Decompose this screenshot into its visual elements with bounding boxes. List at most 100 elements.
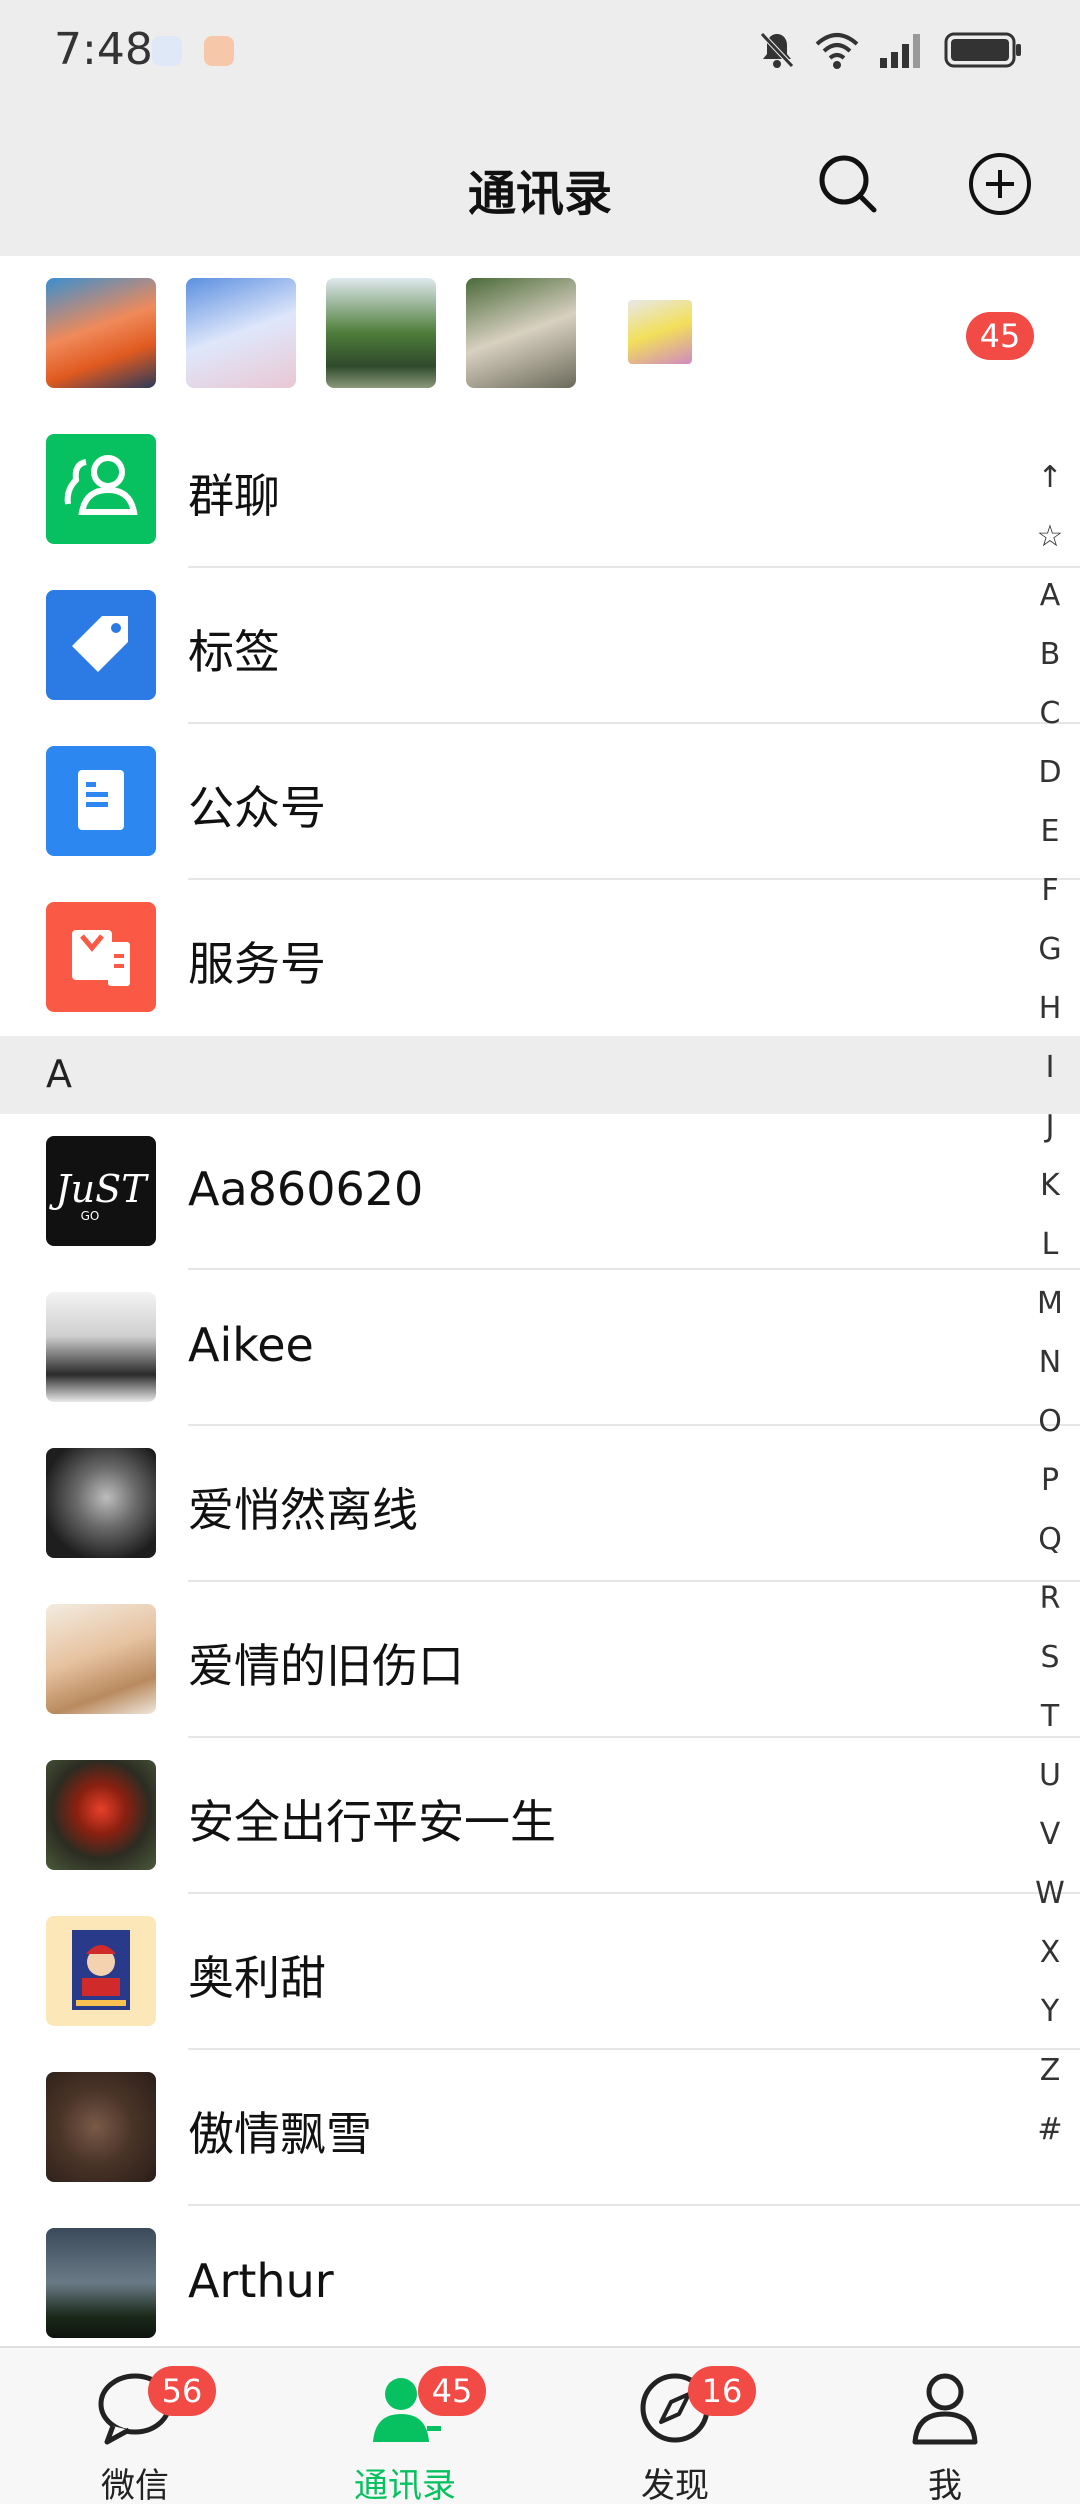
- search-button[interactable]: [816, 152, 880, 216]
- app-notification-icon: [204, 36, 234, 66]
- avatar[interactable]: [628, 300, 692, 364]
- contact-row[interactable]: Aikee: [0, 1270, 1080, 1426]
- tab-chats[interactable]: 56 微信: [0, 2348, 270, 2504]
- entry-label: 群聊: [188, 469, 280, 523]
- tab-me[interactable]: 我: [810, 2348, 1080, 2504]
- index-letter[interactable]: L: [1028, 1215, 1072, 1274]
- tab-badge: 45: [418, 2366, 486, 2416]
- contact-row[interactable]: JuST GO Aa860620: [0, 1114, 1080, 1270]
- index-letter[interactable]: #: [1028, 2100, 1072, 2159]
- index-letter[interactable]: W: [1028, 1864, 1072, 1923]
- bottom-tab-bar: 56 微信 45 通讯录 16 发现 我: [0, 2346, 1080, 2504]
- tab-label: 我: [928, 2466, 962, 2504]
- index-letter[interactable]: B: [1028, 625, 1072, 684]
- index-letter[interactable]: E: [1028, 802, 1072, 861]
- contact-name: 爱悄然离线: [188, 1483, 418, 1537]
- index-letter[interactable]: H: [1028, 979, 1072, 1038]
- index-letter[interactable]: N: [1028, 1333, 1072, 1392]
- tab-label: 发现: [641, 2466, 709, 2504]
- official-account-icon: [46, 746, 156, 856]
- unread-badge: 45: [966, 312, 1034, 360]
- tab-contacts[interactable]: 45 通讯录: [270, 2348, 540, 2504]
- avatar: [46, 1604, 156, 1714]
- service-account-icon: [46, 902, 156, 1012]
- entry-service-accounts[interactable]: 服务号: [0, 880, 1080, 1036]
- avatar: [46, 1916, 156, 2026]
- recent-contacts-strip[interactable]: 45: [0, 256, 1080, 412]
- alphabet-index[interactable]: ↑ ☆ A B C D E F G H I J K L M N O P Q R …: [1028, 448, 1072, 2159]
- avatar: [46, 1448, 156, 1558]
- avatar: [46, 2228, 156, 2338]
- contact-name: 傲情飘雪: [188, 2107, 372, 2161]
- avatar[interactable]: [326, 278, 436, 388]
- index-letter[interactable]: C: [1028, 684, 1072, 743]
- search-icon: [819, 155, 877, 213]
- contact-row[interactable]: 奥利甜: [0, 1894, 1080, 2050]
- index-letter[interactable]: F: [1028, 861, 1072, 920]
- header: 通讯录: [0, 104, 1080, 256]
- entry-label: 标签: [188, 625, 280, 679]
- index-letter[interactable]: D: [1028, 743, 1072, 802]
- index-letter[interactable]: Y: [1028, 1982, 1072, 2041]
- index-letter[interactable]: J: [1028, 1097, 1072, 1156]
- contact-row[interactable]: Arthur: [0, 2206, 1080, 2362]
- wifi-icon: [814, 30, 860, 74]
- index-letter[interactable]: ☆: [1028, 507, 1072, 566]
- contact-name: Arthur: [188, 2254, 334, 2308]
- avatar[interactable]: [466, 278, 576, 388]
- avatar: JuST GO: [46, 1136, 156, 1246]
- tab-label: 通讯录: [354, 2466, 456, 2504]
- index-letter[interactable]: P: [1028, 1451, 1072, 1510]
- contact-name: 安全出行平安一生: [188, 1795, 556, 1849]
- group-chat-icon: [46, 434, 156, 544]
- index-letter[interactable]: Z: [1028, 2041, 1072, 2100]
- tab-discover[interactable]: 16 发现: [540, 2348, 810, 2504]
- index-letter[interactable]: O: [1028, 1392, 1072, 1451]
- index-letter[interactable]: S: [1028, 1628, 1072, 1687]
- index-letter[interactable]: A: [1028, 566, 1072, 625]
- contact-row[interactable]: 傲情飘雪: [0, 2050, 1080, 2206]
- avatar: [46, 1292, 156, 1402]
- index-letter[interactable]: V: [1028, 1805, 1072, 1864]
- tab-badge: 16: [688, 2366, 756, 2416]
- svg-text:JuST: JuST: [48, 1167, 149, 1211]
- contact-row[interactable]: 安全出行平安一生: [0, 1738, 1080, 1894]
- signal-icon: [878, 30, 926, 74]
- contact-row[interactable]: 爱悄然离线: [0, 1426, 1080, 1582]
- mute-bell-icon: [758, 30, 796, 74]
- contact-name: 爱情的旧伤口: [188, 1639, 464, 1693]
- entry-label: 服务号: [188, 937, 326, 991]
- page-title: 通讯录: [467, 166, 612, 222]
- svg-text:GO: GO: [81, 1209, 100, 1223]
- avatar[interactable]: [186, 278, 296, 388]
- add-button[interactable]: [968, 152, 1032, 216]
- entry-label: 公众号: [188, 781, 326, 835]
- tab-label: 微信: [101, 2466, 169, 2504]
- app-notification-icon: [152, 36, 182, 66]
- index-letter[interactable]: X: [1028, 1923, 1072, 1982]
- status-time: 7:48: [54, 24, 153, 75]
- index-letter[interactable]: G: [1028, 920, 1072, 979]
- index-letter[interactable]: Q: [1028, 1510, 1072, 1569]
- contact-row[interactable]: 爱情的旧伤口: [0, 1582, 1080, 1738]
- index-letter[interactable]: T: [1028, 1687, 1072, 1746]
- section-header: A: [0, 1036, 1080, 1114]
- tag-icon: [46, 590, 156, 700]
- person-icon: [912, 2373, 978, 2445]
- index-letter[interactable]: U: [1028, 1746, 1072, 1805]
- avatar[interactable]: [46, 278, 156, 388]
- contact-name: Aikee: [188, 1318, 314, 1372]
- index-letter[interactable]: ↑: [1028, 448, 1072, 507]
- entry-group-chats[interactable]: 群聊: [0, 412, 1080, 568]
- index-letter[interactable]: I: [1028, 1038, 1072, 1097]
- entry-official-accounts[interactable]: 公众号: [0, 724, 1080, 880]
- index-letter[interactable]: R: [1028, 1569, 1072, 1628]
- section-letter: A: [46, 1052, 72, 1096]
- contact-name: 奥利甜: [188, 1951, 326, 2005]
- entry-tags[interactable]: 标签: [0, 568, 1080, 724]
- status-bar: 7:48: [0, 0, 1080, 104]
- avatar: [46, 2072, 156, 2182]
- index-letter[interactable]: K: [1028, 1156, 1072, 1215]
- avatar: [46, 1760, 156, 1870]
- index-letter[interactable]: M: [1028, 1274, 1072, 1333]
